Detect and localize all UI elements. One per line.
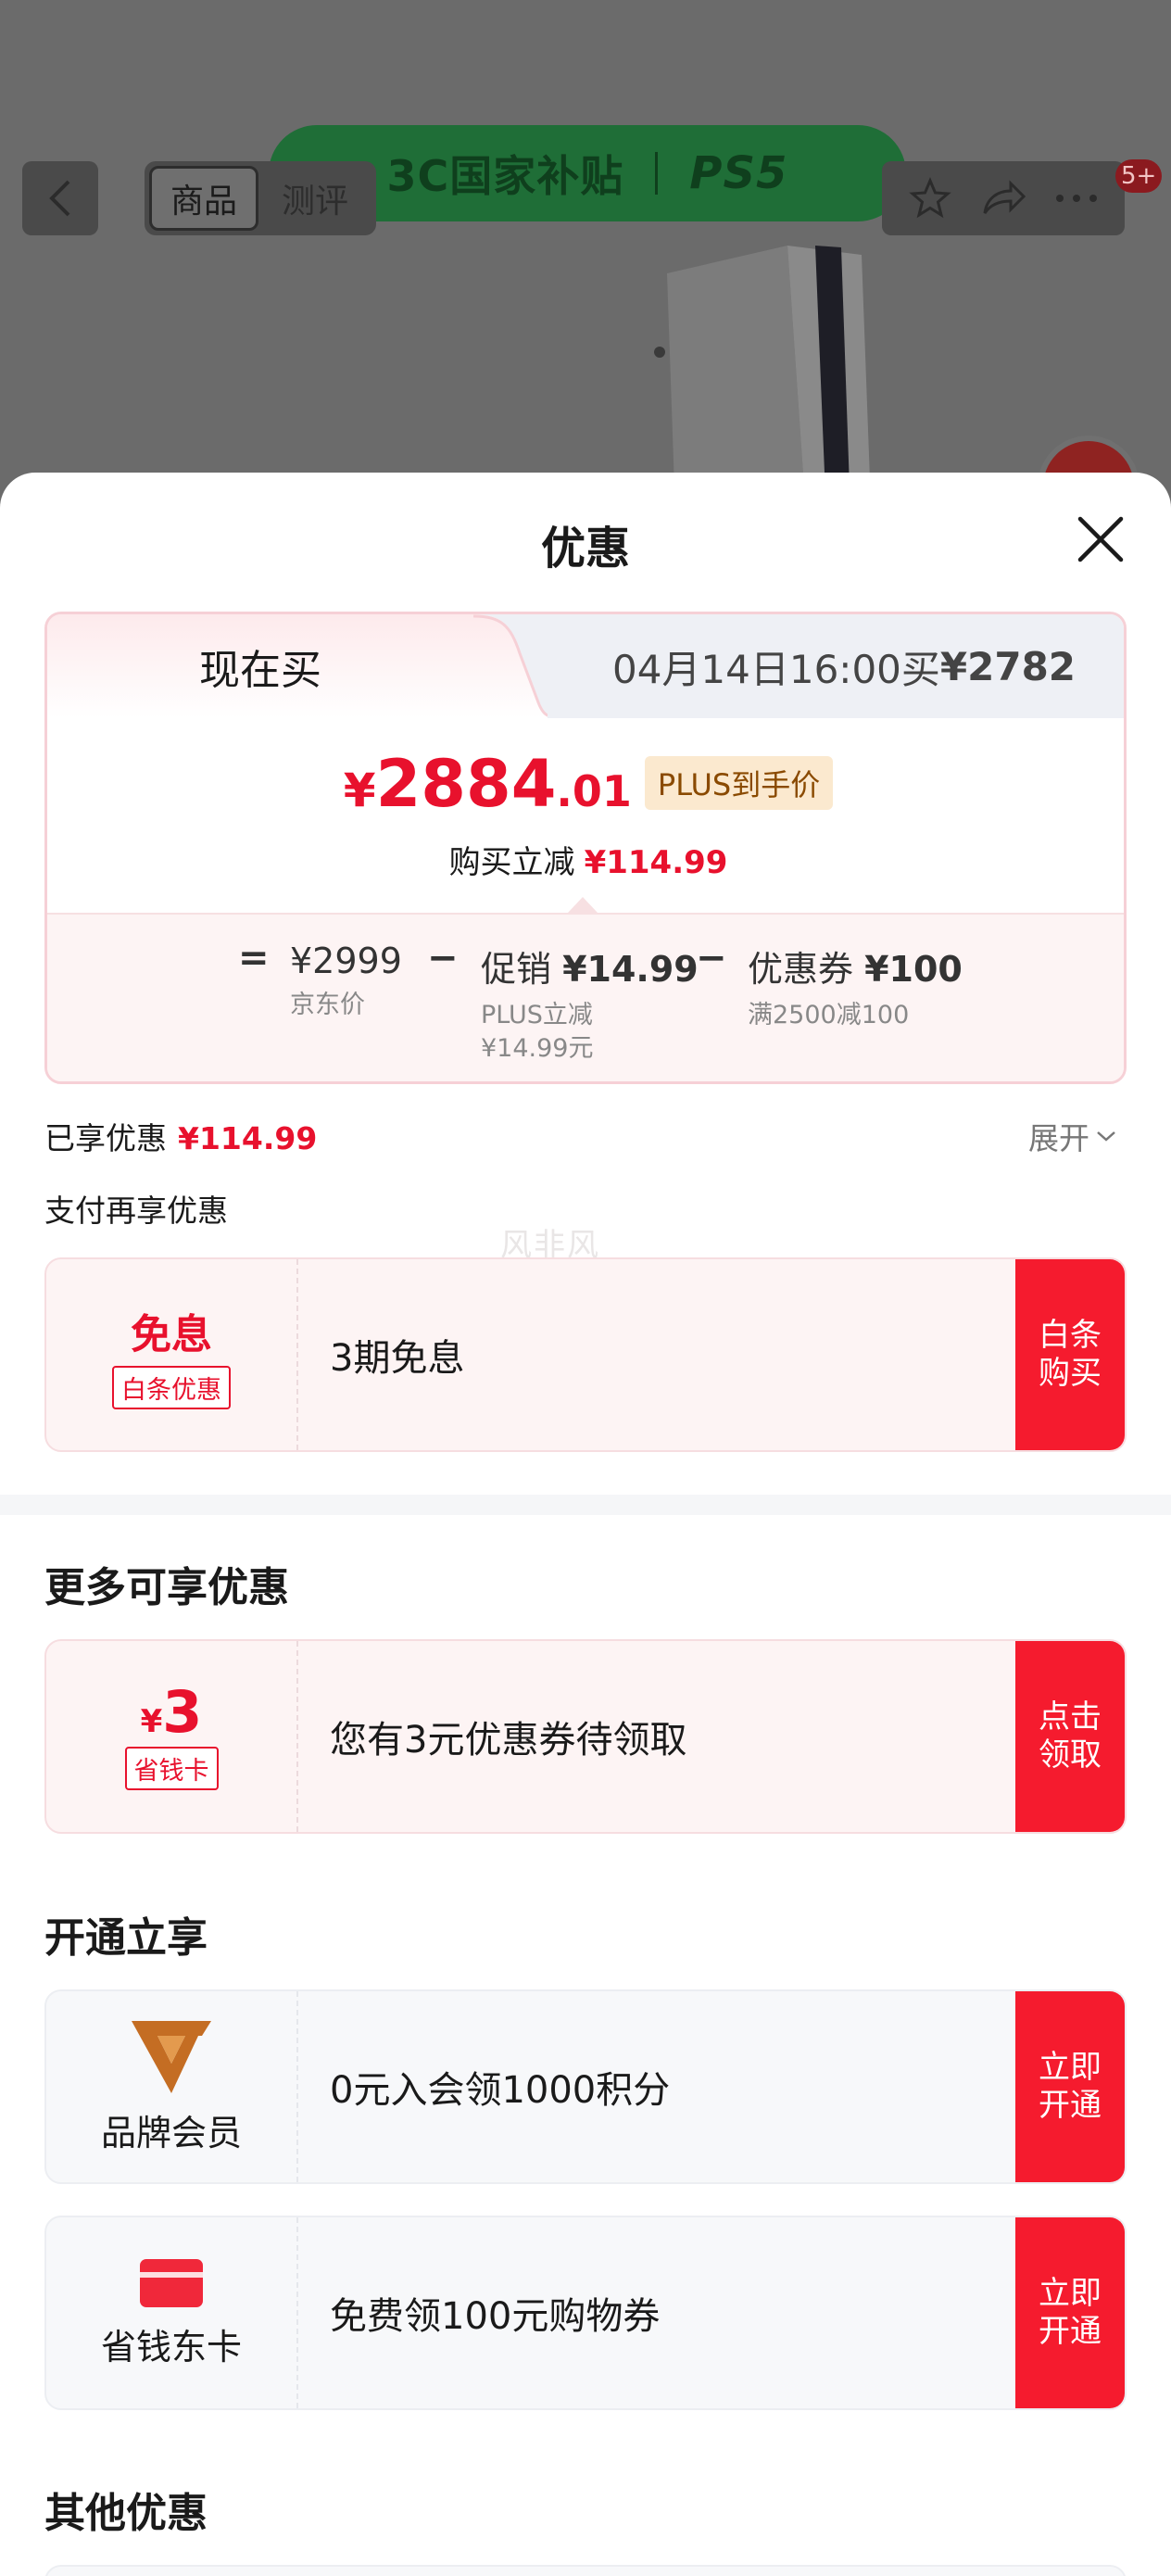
share-icon[interactable]: [979, 176, 1027, 221]
enjoyed-value: ¥114.99: [178, 1120, 318, 1156]
instant-discount-value: ¥114.99: [584, 844, 728, 881]
more-offers-title: 更多可享优惠: [44, 1564, 289, 1611]
brand-member-label: 品牌会员: [100, 2112, 242, 2153]
brand-member-text: 0元入会领1000积分: [330, 2069, 671, 2112]
tab-later-price: ¥2782: [939, 643, 1077, 689]
expand-button[interactable]: 展开: [1028, 1114, 1117, 1158]
coupon-card: ¥3 省钱卡 您有3元优惠券待领取 点击领取: [44, 1639, 1127, 1834]
instant-discount: 购买立减 ¥114.99: [47, 837, 1124, 882]
coupon-currency: ¥: [140, 1702, 163, 1740]
pay-more-title: 支付再享优惠: [44, 1193, 228, 1229]
top-action-bar: [882, 161, 1125, 235]
baitiao-buy-button[interactable]: 白条购买: [1015, 1259, 1125, 1450]
interest-free-badge: 免息 白条优惠: [46, 1259, 298, 1450]
subsidy-banner-text: 3C国家补贴: [386, 151, 624, 201]
ps5-logo: PS5: [689, 147, 788, 199]
coupon-condition: 满2500减100: [748, 1001, 910, 1029]
coupon-amount: ¥3: [140, 1677, 203, 1746]
coupon-number: 3: [162, 1677, 203, 1746]
close-icon[interactable]: [1073, 511, 1128, 567]
jd-price-item: ¥2999 京东价: [290, 941, 402, 1022]
coupon-item: 优惠券 ¥100 满2500减100: [748, 941, 963, 1032]
interest-free-title: 免息: [131, 1310, 212, 1358]
background-product-page: 3C国家补贴 PS5 商品 测评 5+: [0, 0, 1171, 519]
saving-card-tag: 省钱卡: [124, 1746, 219, 1790]
equals-sign: =: [238, 937, 270, 979]
final-price: ¥ 2884 .01: [344, 751, 632, 817]
enjoyed-label: 已享优惠: [44, 1120, 167, 1156]
tab-later-date: 04月14日16:00买: [611, 646, 940, 692]
promo-label: 促销: [481, 949, 552, 990]
baitiao-tag: 白条优惠: [112, 1365, 231, 1409]
expand-label: 展开: [1028, 1120, 1089, 1156]
minus-sign: −: [427, 937, 459, 979]
instant-discount-label: 购买立减: [448, 844, 575, 881]
plus-price-tag: PLUS到手价: [644, 756, 834, 810]
price-currency: ¥: [343, 764, 376, 817]
promo-value: ¥14.99: [562, 949, 699, 990]
coupon-value: ¥100: [864, 949, 963, 990]
sheet-title: 优惠: [540, 523, 630, 575]
saving-dong-text: 免费领100元购物券: [330, 2295, 661, 2338]
red-card-icon: [140, 2258, 203, 2307]
star-icon[interactable]: [908, 176, 952, 221]
back-button[interactable]: [22, 161, 98, 235]
tab-review[interactable]: 测评: [258, 174, 371, 222]
other-offers-title: 其他优惠: [44, 2490, 208, 2537]
discount-sheet: 优惠 现在买 04月14日16:00买 ¥2782 ¥ 2884 .01 PLU…: [0, 473, 1171, 2576]
open-saving-dong-button[interactable]: 立即开通: [1015, 2217, 1125, 2408]
saving-card-badge: ¥3 省钱卡: [46, 1641, 298, 1832]
minus-sign: −: [696, 937, 727, 979]
more-icon[interactable]: [1054, 193, 1099, 204]
price-decimal: .01: [556, 766, 632, 816]
price-card: 现在买 04月14日16:00买 ¥2782 ¥ 2884 .01 PLUS到手价…: [44, 612, 1127, 1084]
enjoyed-discount: 已享优惠 ¥114.99: [44, 1114, 317, 1158]
brand-member-card: 品牌会员 0元入会领1000积分 立即开通: [44, 1989, 1127, 2184]
coupon-label: 优惠券: [748, 949, 854, 990]
interest-free-text: 3期免息: [330, 1337, 465, 1380]
back-arrow-icon: [49, 180, 70, 217]
breakdown-caret: [568, 897, 598, 913]
coupon-text: 您有3元优惠券待领取: [330, 1719, 687, 1762]
claim-coupon-button[interactable]: 点击领取: [1015, 1641, 1125, 1832]
open-brand-member-button[interactable]: 立即开通: [1015, 1991, 1125, 2182]
final-price-row: ¥ 2884 .01 PLUS到手价: [47, 751, 1124, 817]
tab-buy-now[interactable]: 现在买: [47, 614, 473, 718]
banner-separator: [655, 152, 659, 195]
price-breakdown: = ¥2999 京东价 − 促销 ¥14.99 PLUS立减 ¥14.99元 − …: [47, 913, 1124, 1081]
promo-item: 促销 ¥14.99 PLUS立减 ¥14.99元: [481, 941, 699, 1067]
open-enjoy-title: 开通立享: [44, 1914, 208, 1962]
interest-free-card: 免息 白条优惠 3期免息 白条购买: [44, 1257, 1127, 1452]
promo-sub-line1: PLUS立减: [481, 1001, 593, 1029]
coupon-value-line: 优惠券 ¥100: [748, 941, 963, 991]
page-tabs: 商品 测评: [145, 161, 376, 235]
buy-time-tabs: 现在买 04月14日16:00买 ¥2782: [47, 614, 1124, 718]
other-offer-card: [44, 2565, 1127, 2576]
message-count-badge: 5+: [1115, 159, 1163, 193]
saving-dong-label: 省钱东卡: [100, 2326, 242, 2368]
tab-buy-later[interactable]: 04月14日16:00买 ¥2782: [566, 614, 1122, 718]
brand-member-badge: 品牌会员: [46, 1991, 298, 2182]
jd-price-value: ¥2999: [290, 941, 402, 981]
promo-sub-line2: ¥14.99元: [481, 1034, 594, 1064]
saving-dong-card: 省钱东卡 免费领100元购物券 立即开通: [44, 2216, 1127, 2410]
price-integer: 2884: [375, 746, 557, 822]
promo-value-line: 促销 ¥14.99: [481, 941, 699, 991]
jd-price-label: 京东价: [290, 991, 365, 1019]
saving-dong-badge: 省钱东卡: [46, 2217, 298, 2408]
promo-sub: PLUS立减 ¥14.99元: [481, 999, 699, 1067]
section-divider: [0, 1495, 1171, 1515]
tab-product[interactable]: 商品: [149, 166, 258, 231]
chevron-down-icon: [1097, 1131, 1115, 1142]
brand-v-logo-icon: [132, 2020, 211, 2093]
